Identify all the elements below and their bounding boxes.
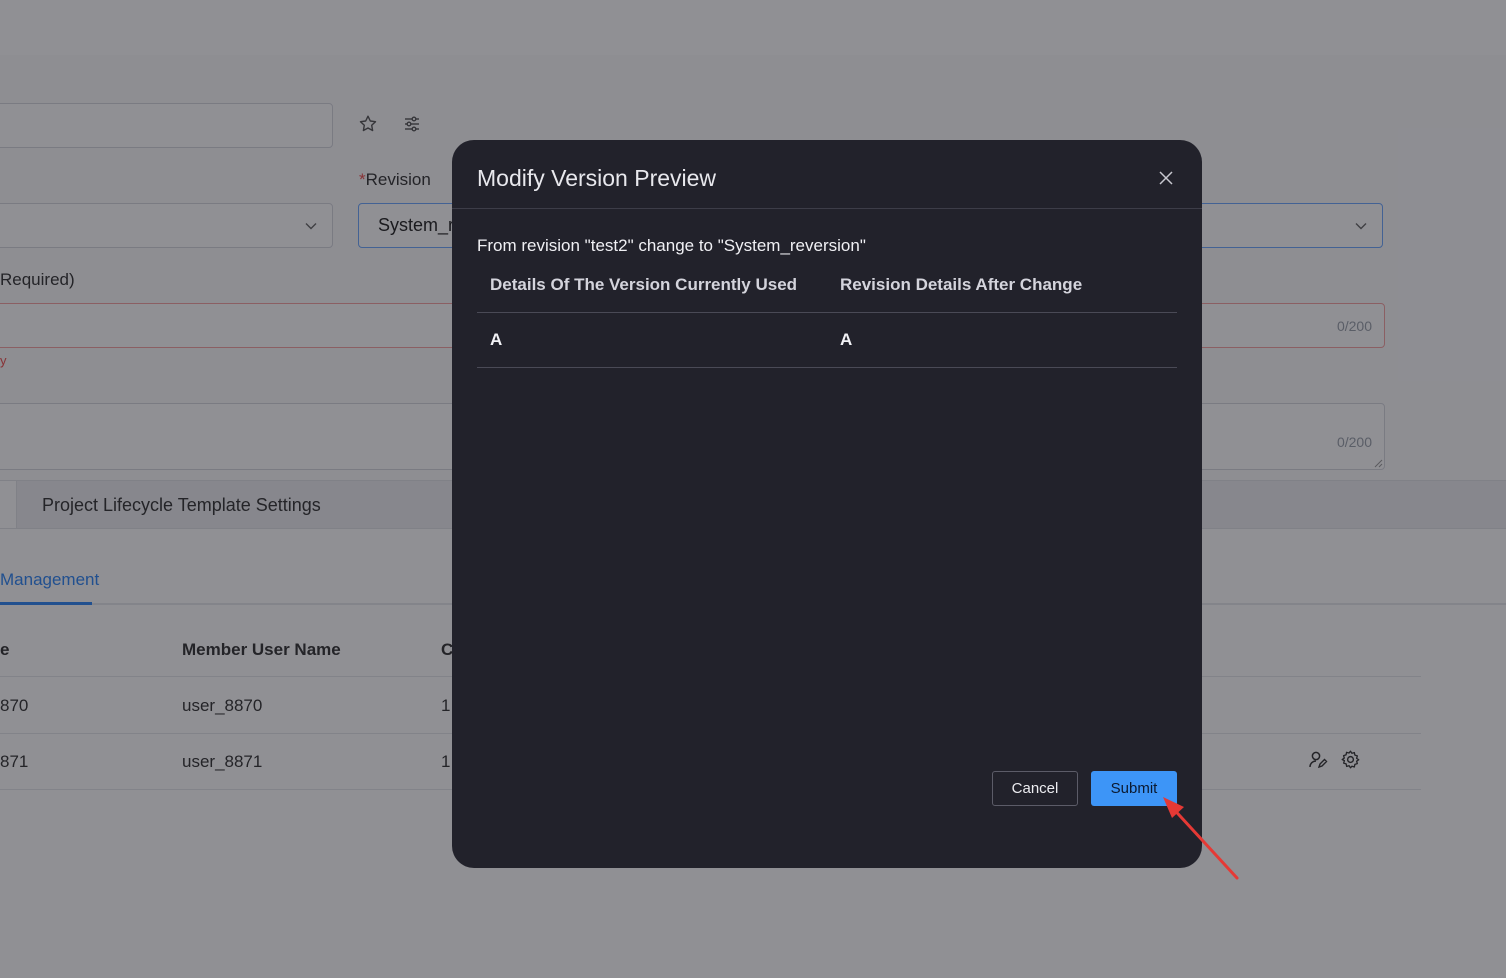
revision-change-description: From revision "test2" change to "System_… — [477, 236, 866, 255]
cancel-button[interactable]: Cancel — [992, 771, 1078, 806]
modify-version-preview-dialog: Modify Version Preview From revision "te… — [452, 140, 1202, 868]
close-icon[interactable] — [1158, 170, 1174, 186]
column-header-after-change: Revision Details After Change — [840, 275, 1083, 294]
dialog-header-divider — [452, 208, 1202, 209]
table-divider — [477, 367, 1177, 368]
table-divider — [477, 312, 1177, 313]
after-change-cell: A — [840, 330, 853, 349]
dialog-title: Modify Version Preview — [477, 165, 717, 191]
column-header-current-version: Details Of The Version Currently Used — [490, 275, 798, 294]
annotation-arrow-icon — [1163, 797, 1239, 880]
current-version-cell: A — [490, 330, 503, 349]
